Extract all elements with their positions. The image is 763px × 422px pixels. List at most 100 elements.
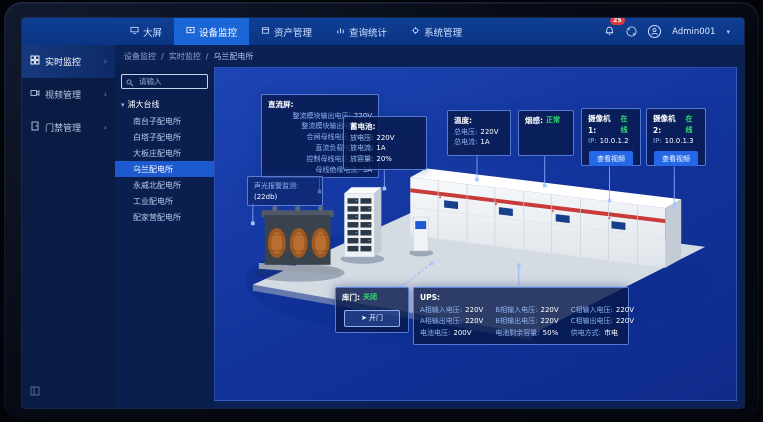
ip-label: IP:	[653, 136, 662, 147]
view-video-button[interactable]: 查看视频	[654, 151, 697, 166]
metric-label: 放电压:	[350, 133, 373, 144]
ip-value: 10.0.1.3	[665, 136, 694, 147]
gear-icon	[411, 26, 420, 38]
username[interactable]: Admin001	[672, 27, 715, 37]
notification-badge: 25	[610, 18, 624, 25]
panel-title: 温度:	[454, 115, 504, 127]
sidebar-item-access-control[interactable]: 门禁管理 ›	[22, 111, 115, 144]
screen: 大屏 设备监控 资产管理 查询统计 系统管理 25	[0, 0, 763, 422]
door-icon	[30, 121, 40, 134]
video-camera-icon	[30, 88, 40, 101]
smoke-sensor-panel: 烟感:正常	[518, 110, 574, 156]
breadcrumb: 设备监控 / 实时监控 / 乌兰配电所	[115, 45, 744, 67]
sidebar-item-label: 门禁管理	[45, 121, 81, 134]
metric-label: A相输出电压:	[420, 316, 462, 327]
nav-tab-device-monitor[interactable]: 设备监控	[174, 18, 249, 45]
tree-item-station-selected[interactable]: 乌兰配电所	[115, 161, 214, 177]
nav-tab-system[interactable]: 系统管理	[399, 18, 474, 45]
device-frame: 大屏 设备监控 资产管理 查询统计 系统管理 25	[4, 2, 759, 419]
tree-group-line[interactable]: ▾ 浦大台线	[115, 97, 214, 113]
metric-label: C相输出电压:	[571, 316, 613, 327]
tree-item-station[interactable]: 白塔子配电所	[115, 129, 214, 145]
sidebar-item-label: 实时监控	[45, 55, 81, 68]
user-avatar[interactable]	[648, 25, 661, 38]
grid-icon	[30, 55, 40, 68]
panel-title: 摄像机2:	[653, 113, 683, 136]
asset-box-icon	[261, 26, 270, 38]
battery-panel: 蓄电池: 放电压:220V 放电流:1A 放容量:20%	[343, 116, 427, 170]
breadcrumb-separator: /	[206, 52, 209, 61]
notification-bell-icon[interactable]: 25	[604, 22, 615, 41]
metric-label: 放电流:	[350, 143, 373, 154]
breadcrumb-separator: /	[161, 52, 164, 61]
tree-group-label: 浦大台线	[128, 99, 160, 110]
nav-tab-label: 查询统计	[349, 25, 387, 39]
screen-icon	[130, 26, 139, 38]
metric-value: 市电	[604, 328, 618, 339]
metric-label: 总电流:	[454, 137, 477, 148]
open-door-button[interactable]: ➤ 开门	[344, 310, 400, 327]
nav-tab-statistics[interactable]: 查询统计	[324, 18, 399, 45]
chevron-right-icon: ›	[104, 90, 107, 99]
chevron-right-icon: ›	[104, 123, 107, 132]
ups-panel: UPS: A相输入电压:220V B相输入电压:220V C相输入电压:220V…	[413, 287, 629, 345]
breadcrumb-item[interactable]: 实时监控	[169, 51, 201, 62]
metric-value: 50%	[543, 328, 559, 339]
open-door-label: 开门	[369, 314, 383, 322]
nav-tab-label: 系统管理	[424, 25, 462, 39]
search-input[interactable]	[137, 76, 203, 87]
send-icon: ➤	[361, 314, 367, 322]
door-panel: 库门:关闭 ➤ 开门	[335, 287, 409, 333]
metric-value: 1A	[376, 143, 385, 154]
tree-item-station[interactable]: 南台子配电所	[115, 113, 214, 129]
caret-down-icon: ▾	[121, 101, 125, 109]
metric-label: 供电方式:	[571, 328, 601, 339]
sidebar-item-realtime-monitor[interactable]: 实时监控 ›	[22, 45, 115, 78]
metric-value: 20%	[376, 154, 392, 165]
sound-light-alarm-panel: 声光报警监测: (22db)	[247, 176, 323, 206]
panel-title: 蓄电池:	[350, 121, 420, 133]
tree-item-station[interactable]: 工业配电所	[115, 193, 214, 209]
metric-label: A相输入电压:	[420, 305, 462, 316]
metric-value: 220V	[540, 305, 558, 316]
user-dropdown-caret-icon[interactable]: ▾	[726, 28, 730, 36]
sidebar-collapse-icon[interactable]	[30, 381, 40, 400]
status-badge: 在线	[621, 114, 634, 136]
ip-label: IP:	[588, 136, 597, 147]
search-icon	[126, 72, 134, 91]
metric-value: 200V	[453, 328, 471, 339]
metric-value: 220V	[465, 316, 483, 327]
station-3d-view: 直流屏: 整流模块输出电压:220V 整流模块输出电流:3A 合闸母线电压:20…	[214, 67, 737, 401]
panel-title: 摄像机1:	[588, 113, 618, 136]
nav-tab-assets[interactable]: 资产管理	[249, 18, 324, 45]
temperature-panel: 温度: 总电压:220V 总电流:1A	[447, 110, 511, 156]
tree-item-station[interactable]: 大板庄配电所	[115, 145, 214, 161]
alarm-value: (22db)	[254, 192, 316, 203]
chevron-right-icon: ›	[104, 57, 107, 66]
status-badge: 正常	[546, 115, 560, 126]
tree-item-station[interactable]: 配家营配电所	[115, 209, 214, 225]
fullscreen-icon[interactable]	[626, 22, 637, 41]
breadcrumb-item-current: 乌兰配电所	[213, 51, 253, 62]
nav-tab-dashboard[interactable]: 大屏	[118, 18, 174, 45]
status-badge: 在线	[686, 114, 699, 136]
panel-title: UPS:	[420, 292, 622, 304]
panel-title: 库门:	[342, 292, 360, 304]
metric-value: 220V	[465, 305, 483, 316]
nav-tab-label: 设备监控	[199, 25, 237, 39]
metric-value: 220V	[616, 305, 634, 316]
view-video-button[interactable]: 查看视频	[589, 151, 632, 166]
breadcrumb-item[interactable]: 设备监控	[124, 51, 156, 62]
camera1-panel: 摄像机1:在线 IP:10.0.1.2 查看视频	[581, 108, 641, 166]
top-nav: 大屏 设备监控 资产管理 查询统计 系统管理 25	[22, 18, 744, 45]
metric-value: 220V	[616, 316, 634, 327]
sidebar: 实时监控 › 视频管理 › 门禁管理 ›	[22, 45, 115, 408]
nav-tab-label: 大屏	[143, 25, 162, 39]
metric-value: 1A	[480, 137, 489, 148]
sidebar-item-video-management[interactable]: 视频管理 ›	[22, 78, 115, 111]
metric-label: B相输入电压:	[495, 305, 537, 316]
tree-item-station[interactable]: 永威北配电所	[115, 177, 214, 193]
tree-search-box	[121, 74, 208, 89]
monitor-icon	[186, 26, 195, 38]
content-area: 设备监控 / 实时监控 / 乌兰配电所 ▾ 浦大台线 南台子配电所 白塔子配电所…	[115, 45, 744, 408]
